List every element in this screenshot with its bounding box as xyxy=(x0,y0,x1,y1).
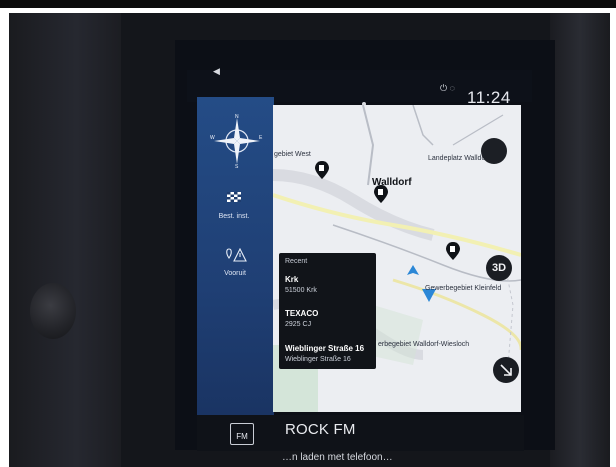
compass-rose-icon[interactable]: N E S W xyxy=(210,114,264,168)
map-label-gewerbegebiet-kleinfeld: Gewerbegebiet Kleinfeld xyxy=(425,285,502,292)
diagonal-arrow-icon xyxy=(500,364,512,376)
map-label-gewerbegebiet-wiesloch: erbegebiet Walldorf-Wiesloch xyxy=(378,341,470,348)
dashboard-left-trim xyxy=(9,13,121,467)
recent-item-title[interactable]: TEXACO xyxy=(285,309,318,318)
recent-item-subtitle: 2925 CJ xyxy=(285,321,312,328)
compass-s-label: S xyxy=(235,164,239,168)
recent-item-subtitle: Wieblinger Straße 16 xyxy=(285,356,351,363)
map-label-walldorf: Walldorf xyxy=(372,177,412,188)
map-label-gebiet-west: gebiet West xyxy=(274,151,311,158)
compass-n-label: N xyxy=(235,114,239,120)
recent-destinations-panel: Recent Krk 51500 Krk TEXACO 2925 CJ Wieb… xyxy=(279,253,376,369)
expand-map-button[interactable] xyxy=(493,357,519,383)
phone-notice: …n laden met telefoon… xyxy=(282,452,393,463)
fuel-station-pin-icon[interactable] xyxy=(446,242,460,260)
checkered-flag-icon[interactable] xyxy=(226,190,242,206)
compass-e-label: E xyxy=(259,135,263,141)
road-warning-icon[interactable] xyxy=(225,248,247,262)
compass-w-label: W xyxy=(210,135,215,141)
status-icons: ⏻ ◌ xyxy=(440,83,455,93)
black-top-border xyxy=(0,0,616,8)
photo-frame: ◀ ⏻ ◌ 11:24 N E S W Best. inst. Vooruit xyxy=(0,0,616,467)
recent-item-title[interactable]: Krk xyxy=(285,275,298,284)
map-label-landeplatz: Landeplatz Walldorf xyxy=(428,155,490,162)
recent-item-title[interactable]: Wieblinger Straße 16 xyxy=(285,344,364,353)
sidebar-item-label-best-inst[interactable]: Best. inst. xyxy=(204,213,264,220)
recent-header: Recent xyxy=(285,258,308,265)
radio-station-name[interactable]: ROCK FM xyxy=(285,421,356,438)
dashboard-right-trim xyxy=(550,13,610,467)
navigation-arrow-icon: ◀ xyxy=(213,66,220,76)
map-compass-button[interactable] xyxy=(481,138,507,164)
volume-knob xyxy=(30,283,76,339)
recent-item-subtitle: 51500 Krk xyxy=(285,287,317,294)
sidebar-item-label-vooruit[interactable]: Vooruit xyxy=(205,270,265,277)
three-d-view-button[interactable]: 3D xyxy=(486,255,512,281)
fuel-station-pin-icon[interactable] xyxy=(315,161,329,179)
fm-radio-icon[interactable]: FM xyxy=(230,423,254,445)
